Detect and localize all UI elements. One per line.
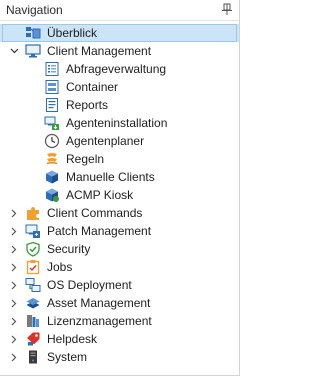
chevron-right-icon[interactable] bbox=[8, 276, 20, 294]
kiosk-icon bbox=[44, 187, 60, 203]
tree-item-label: Reports bbox=[66, 98, 109, 112]
tree-item-agentenplaner[interactable]: Agentenplaner bbox=[0, 132, 239, 150]
tree-item-label: Lizenzmanagement bbox=[47, 314, 152, 328]
deployment-icon bbox=[25, 277, 41, 293]
overview-icon bbox=[25, 25, 41, 41]
license-icon bbox=[25, 313, 41, 329]
panel-header: Navigation bbox=[0, 0, 239, 21]
tree-item-helpdesk[interactable]: Helpdesk bbox=[0, 330, 239, 348]
tree-item-label: Client Management bbox=[47, 44, 152, 58]
asset-icon bbox=[25, 295, 41, 311]
system-tower-icon bbox=[25, 349, 41, 365]
tree-item-agenteninstallation[interactable]: Agenteninstallation bbox=[0, 114, 239, 132]
jobs-clipboard-icon bbox=[25, 259, 41, 275]
tree-item-label: Container bbox=[66, 80, 119, 94]
chevron-right-icon[interactable] bbox=[8, 204, 20, 222]
tree-item-label: OS Deployment bbox=[47, 278, 132, 292]
chevron-right-icon[interactable] bbox=[8, 312, 20, 330]
cube-icon bbox=[44, 169, 60, 185]
tree-item-label: System bbox=[47, 350, 88, 364]
panel-title: Navigation bbox=[6, 3, 63, 17]
shield-icon bbox=[25, 241, 41, 257]
navigation-tree: Überblick Client Management Abfrageverwa… bbox=[0, 24, 239, 366]
chevron-down-icon[interactable] bbox=[8, 42, 20, 60]
tree-item-label: ACMP Kiosk bbox=[66, 188, 134, 202]
tree-item-label: Manuelle Clients bbox=[66, 170, 155, 184]
tree-item-reports[interactable]: Reports bbox=[0, 96, 239, 114]
tree-item-label: Security bbox=[47, 242, 91, 256]
tree-item-container[interactable]: Container bbox=[0, 78, 239, 96]
navigation-panel: Navigation Überblick Client Management A… bbox=[0, 0, 240, 376]
helpdesk-tag-icon bbox=[25, 331, 41, 347]
chevron-right-icon[interactable] bbox=[8, 330, 20, 348]
query-list-icon bbox=[44, 61, 60, 77]
agent-install-icon bbox=[44, 115, 60, 131]
tree-item-asset-management[interactable]: Asset Management bbox=[0, 294, 239, 312]
tree-item-regeln[interactable]: Regeln bbox=[0, 150, 239, 168]
tree-item-patch-management[interactable]: Patch Management bbox=[0, 222, 239, 240]
chevron-right-icon[interactable] bbox=[8, 294, 20, 312]
tree-item-label: Abfrageverwaltung bbox=[66, 62, 167, 76]
tree-item-label: Client Commands bbox=[47, 206, 143, 220]
tree-item-lizenzmanagement[interactable]: Lizenzmanagement bbox=[0, 312, 239, 330]
clock-icon bbox=[44, 133, 60, 149]
monitor-icon bbox=[25, 43, 41, 59]
tree-item-client-commands[interactable]: Client Commands bbox=[0, 204, 239, 222]
tree-item-acmp-kiosk[interactable]: ACMP Kiosk bbox=[0, 186, 239, 204]
container-icon bbox=[44, 79, 60, 95]
tree-item-label: Agentenplaner bbox=[66, 134, 145, 148]
tree-item-label: Jobs bbox=[47, 260, 73, 274]
tree-item-jobs[interactable]: Jobs bbox=[0, 258, 239, 276]
tree-item-label: Patch Management bbox=[47, 224, 152, 238]
tree-item-label: Helpdesk bbox=[47, 332, 98, 346]
tree-item-os-deployment[interactable]: OS Deployment bbox=[0, 276, 239, 294]
patch-icon bbox=[25, 223, 41, 239]
tree-item-abfrageverwaltung[interactable]: Abfrageverwaltung bbox=[0, 60, 239, 78]
tree-item-label: Agenteninstallation bbox=[66, 116, 168, 130]
tree-item-client-management[interactable]: Client Management bbox=[0, 42, 239, 60]
puzzle-icon bbox=[25, 205, 41, 221]
chevron-right-icon[interactable] bbox=[8, 240, 20, 258]
tree-item-security[interactable]: Security bbox=[0, 240, 239, 258]
chevron-right-icon[interactable] bbox=[8, 348, 20, 366]
tree-item-label: Asset Management bbox=[47, 296, 151, 310]
tree-item-label: Überblick bbox=[47, 26, 98, 40]
tree-item-system[interactable]: System bbox=[0, 348, 239, 366]
tree-item-manuelle-clients[interactable]: Manuelle Clients bbox=[0, 168, 239, 186]
tree-item-label: Regeln bbox=[66, 152, 105, 166]
report-icon bbox=[44, 97, 60, 113]
chevron-right-icon[interactable] bbox=[8, 222, 20, 240]
pin-icon[interactable] bbox=[221, 3, 233, 16]
chevron-right-icon[interactable] bbox=[8, 258, 20, 276]
tree-item-overview[interactable]: Überblick bbox=[0, 24, 239, 42]
rules-icon bbox=[44, 151, 60, 167]
